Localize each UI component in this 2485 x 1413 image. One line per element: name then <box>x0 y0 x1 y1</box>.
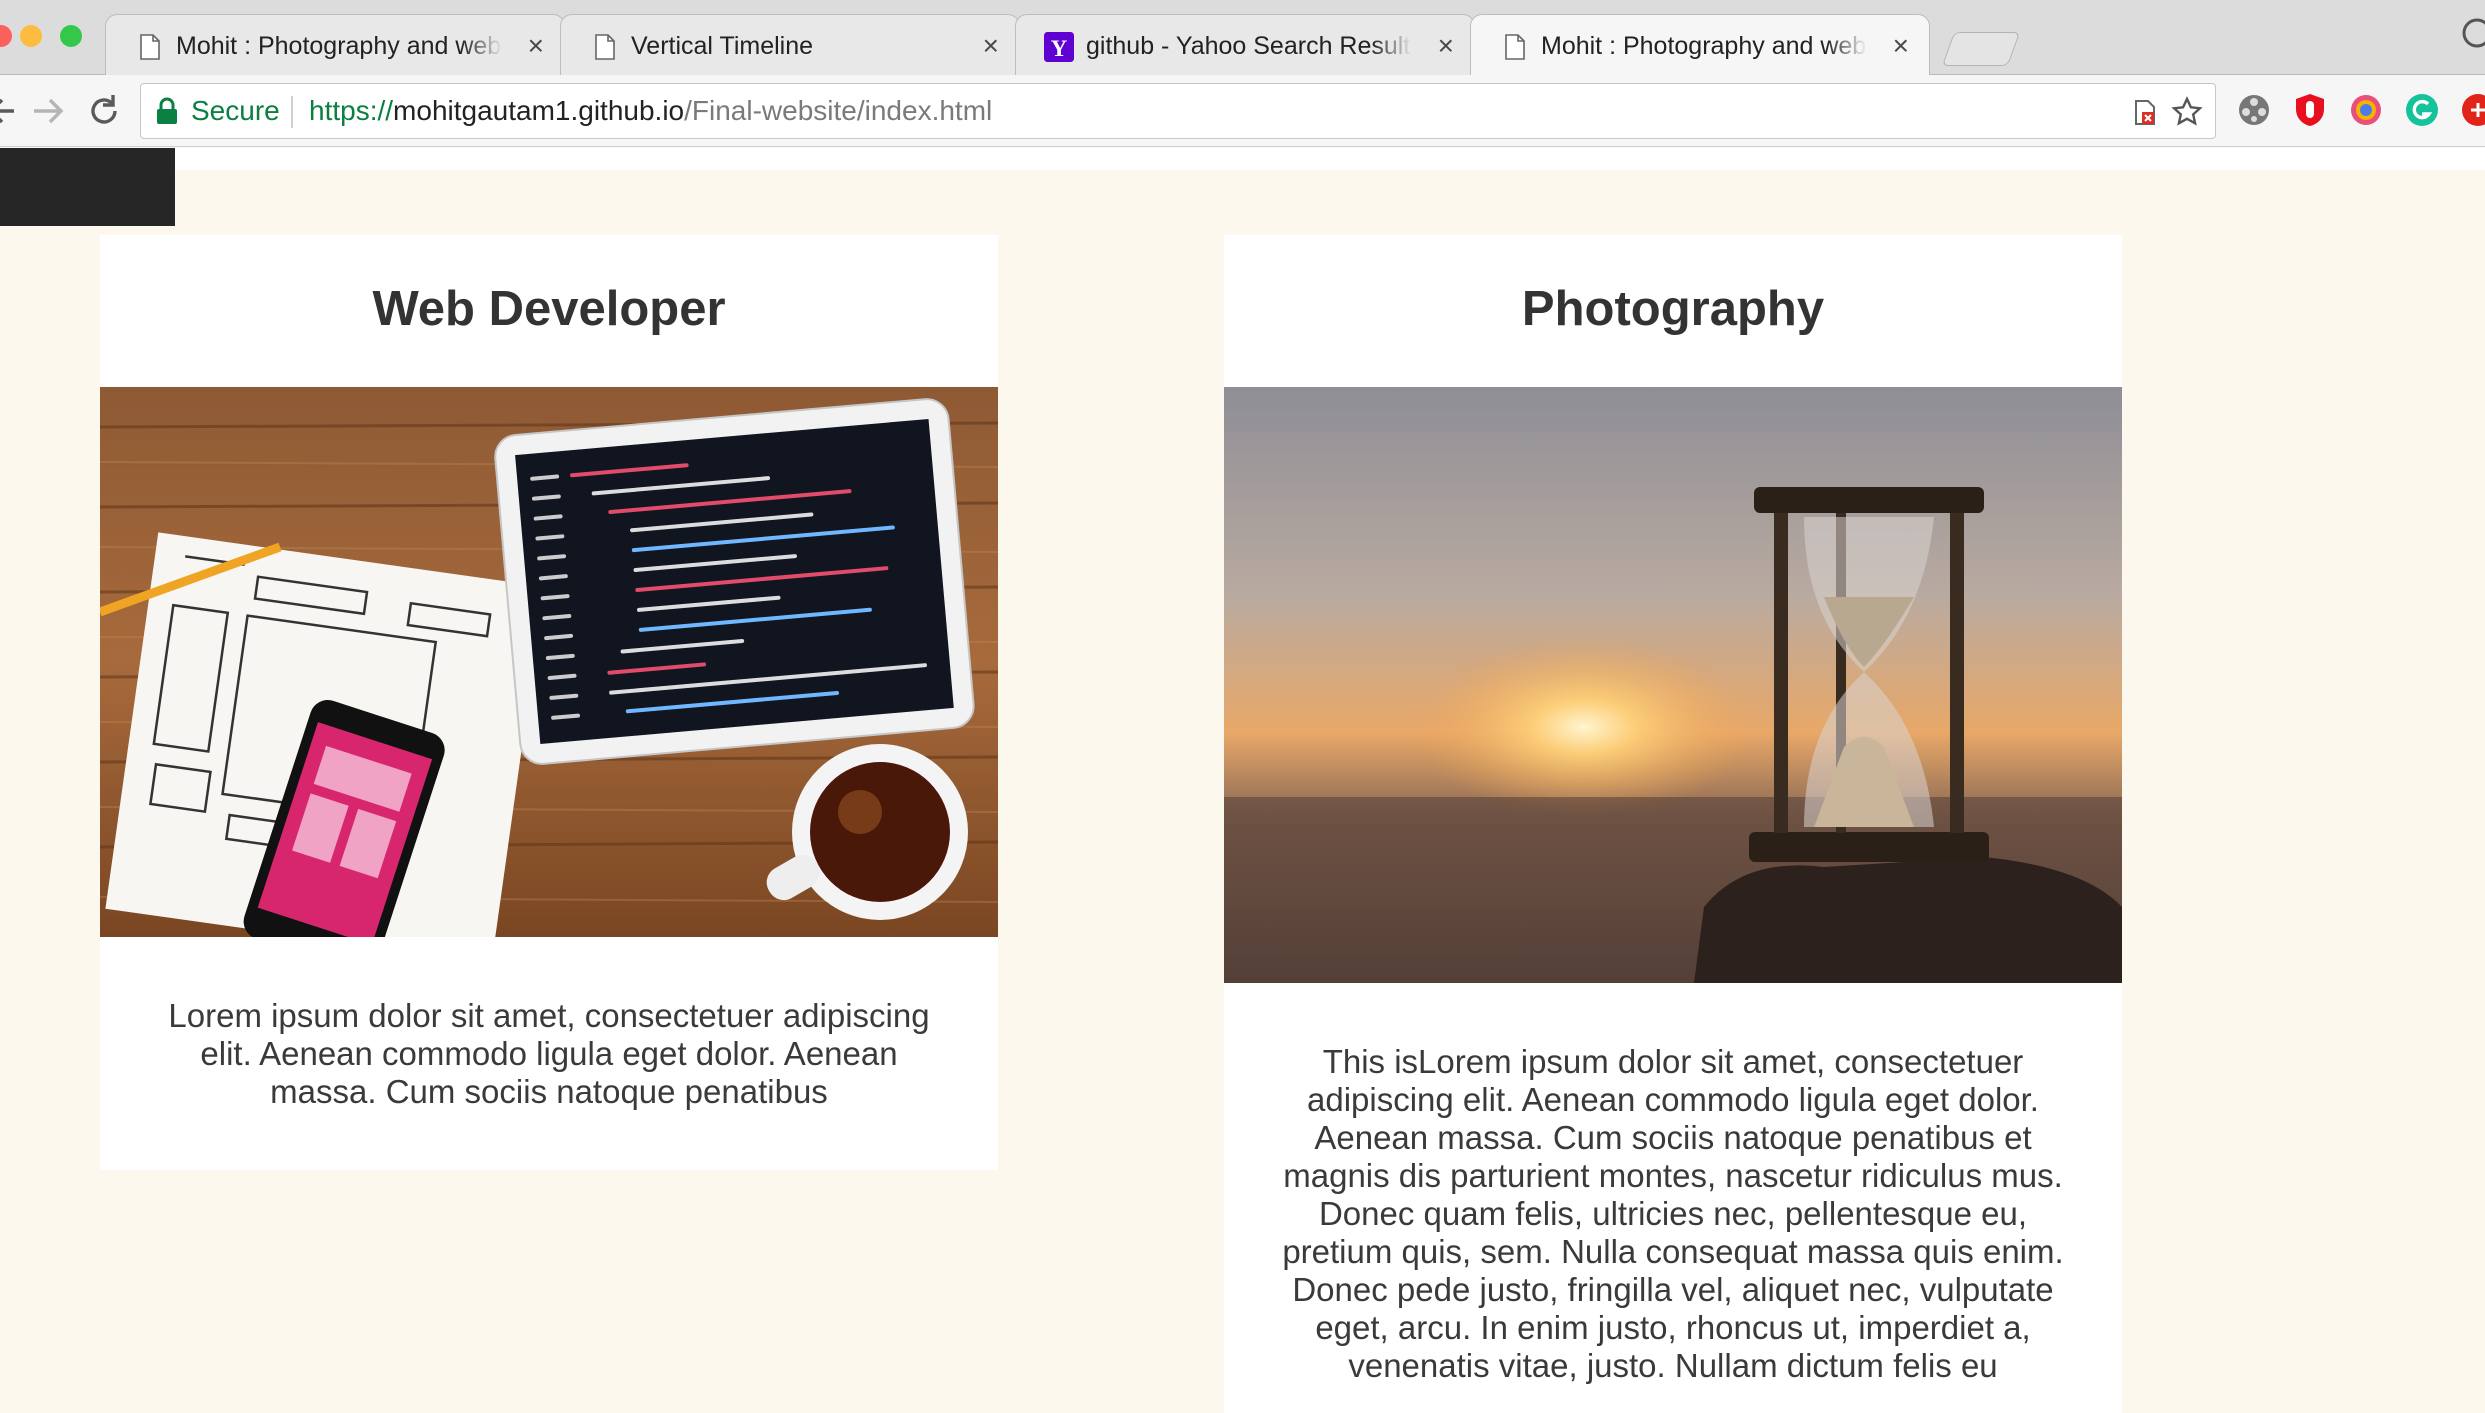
photography-card: Photography This isLorem ipsum dolor sit… <box>1224 235 2122 1413</box>
lock-icon <box>157 97 177 124</box>
url-path: /Final-website/index.html <box>684 95 993 126</box>
red-ext-icon[interactable] <box>2460 92 2485 128</box>
page-icon <box>595 34 615 60</box>
browser-tab[interactable]: Vertical Timeline × <box>560 14 1020 75</box>
tab-title: Mohit : Photography and web developer <box>176 30 502 62</box>
tab-title: github - Yahoo Search Results <box>1086 30 1412 62</box>
profile-icon[interactable] <box>2462 18 2485 48</box>
tab-title: Vertical Timeline <box>631 30 957 62</box>
browser-tab[interactable]: Y github - Yahoo Search Results × <box>1015 14 1475 75</box>
url-text[interactable]: https://mohitgautam1.github.io/Final-web… <box>309 94 992 128</box>
close-window-icon[interactable] <box>0 25 12 47</box>
minimize-window-icon[interactable] <box>20 25 42 47</box>
url-scheme: https:// <box>309 95 394 126</box>
close-tab-icon[interactable]: × <box>528 30 544 62</box>
yahoo-icon: Y <box>1044 32 1074 62</box>
page-icon <box>1505 34 1525 60</box>
bookmark-star-icon[interactable] <box>2171 96 2203 128</box>
web-developer-image <box>100 387 998 937</box>
header-strip <box>175 148 2485 170</box>
chrome-ext-icon[interactable] <box>2348 92 2384 128</box>
close-tab-icon[interactable]: × <box>983 30 999 62</box>
browser-toolbar: Secure https://mohitgautam1.github.io/Fi… <box>0 75 2485 147</box>
header-dark-block <box>0 148 175 226</box>
blocked-content-icon[interactable] <box>2126 96 2158 128</box>
card-text: Lorem ipsum dolor sit amet, consectetuer… <box>168 997 930 1110</box>
photography-image <box>1224 387 2122 983</box>
zoom-window-icon[interactable] <box>60 25 82 47</box>
ublock-icon[interactable] <box>2292 92 2328 128</box>
forward-arrow-icon[interactable] <box>26 89 70 133</box>
svg-text:Y: Y <box>1051 35 1068 61</box>
reload-icon[interactable] <box>82 89 126 133</box>
address-divider <box>291 96 293 128</box>
grammarly-icon[interactable] <box>2404 92 2440 128</box>
close-tab-icon[interactable]: × <box>1438 30 1454 62</box>
url-host: mohitgautam1.github.io <box>393 95 685 126</box>
browser-tab[interactable]: Mohit : Photography and web developer × <box>105 14 565 75</box>
close-tab-icon[interactable]: × <box>1893 30 1909 62</box>
page-icon <box>140 34 160 60</box>
film-reel-icon[interactable] <box>2236 92 2272 128</box>
address-bar[interactable]: Secure https://mohitgautam1.github.io/Fi… <box>140 83 2216 139</box>
card-title: Photography <box>1521 282 1825 336</box>
card-title: Web Developer <box>372 282 726 336</box>
card-text: This isLorem ipsum dolor sit amet, conse… <box>1282 1043 2064 1384</box>
browser-tab-strip: Mohit : Photography and web developer × … <box>0 0 2485 75</box>
tab-title: Mohit : Photography and web developer <box>1541 30 1867 62</box>
back-arrow-icon[interactable] <box>0 89 28 133</box>
web-developer-card: Web Developer Lorem ipsum dolor sit amet… <box>100 235 998 1170</box>
new-tab-button[interactable] <box>1941 32 2021 66</box>
secure-label: Secure <box>191 95 280 126</box>
browser-tab-active[interactable]: Mohit : Photography and web developer × <box>1470 14 1930 75</box>
